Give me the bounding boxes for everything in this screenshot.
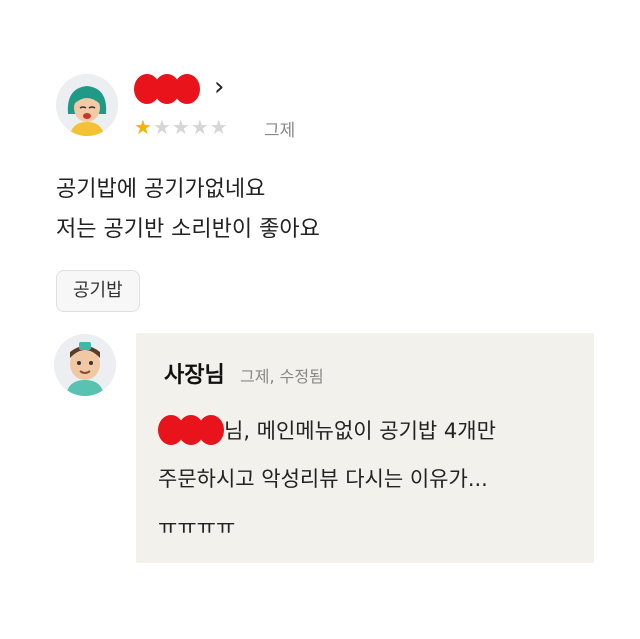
redaction-mark xyxy=(174,74,200,104)
reply-line: 님, 메인메뉴없이 공기밥 4개만 xyxy=(224,419,496,443)
chevron-right-icon[interactable]: › xyxy=(214,72,224,102)
reply-owner-name: 사장님 xyxy=(164,363,225,388)
owner-avatar xyxy=(54,334,116,396)
star-icon: ★ xyxy=(209,115,229,139)
star-icon: ★ xyxy=(171,115,191,139)
review-date: 그제 xyxy=(264,121,296,141)
reviewer-avatar-image xyxy=(56,74,118,136)
reviewer-avatar[interactable] xyxy=(56,74,118,136)
reply-line: ㅠㅠㅠㅠ xyxy=(158,515,236,539)
owner-reply: 사장님 그제, 수정됨 님, 메인메뉴없이 공기밥 4개만 주문하시고 악성리뷰… xyxy=(136,333,594,563)
menu-tag[interactable]: 공기밥 xyxy=(56,270,140,312)
redaction-mark xyxy=(198,415,224,445)
star-rating: ★★★★★ xyxy=(134,115,229,139)
reply-meta: 그제, 수정됨 xyxy=(240,367,324,386)
review-body: 공기밥에 공기가없네요 저는 공기반 소리반이 좋아요 xyxy=(56,170,320,250)
review-line: 공기밥에 공기가없네요 xyxy=(56,177,266,202)
star-icon: ★ xyxy=(152,115,172,139)
owner-avatar-image xyxy=(54,334,116,396)
reply-customer-name-redacted xyxy=(158,415,224,445)
star-icon: ★ xyxy=(134,115,153,139)
reviewer-name-redacted[interactable] xyxy=(134,74,200,104)
review-line: 저는 공기반 소리반이 좋아요 xyxy=(56,217,320,242)
star-icon: ★ xyxy=(190,115,210,139)
reply-line: 주문하시고 악성리뷰 다시는 이유가... xyxy=(158,467,488,491)
